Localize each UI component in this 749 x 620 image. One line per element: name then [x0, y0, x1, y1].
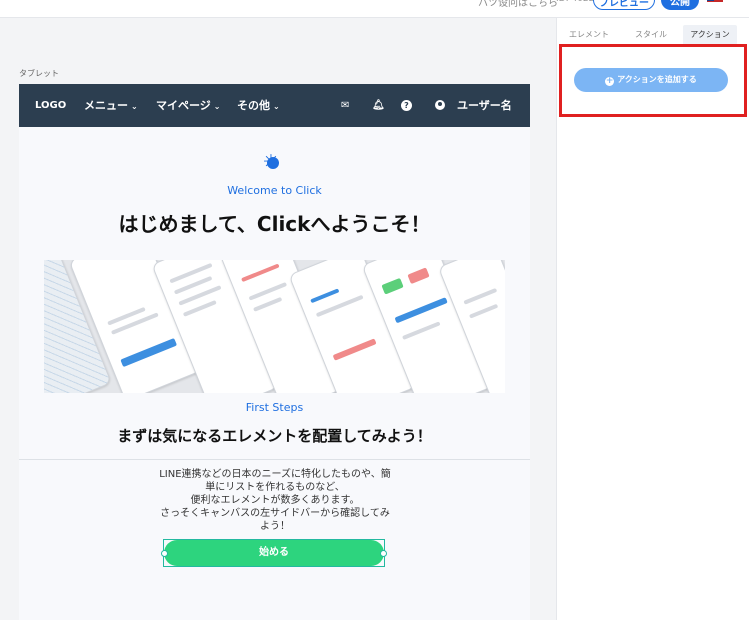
preview-button[interactable]: プレビュー	[593, 0, 655, 10]
body-line: 便利なエレメントが数多くあります。	[190, 495, 360, 506]
sun-icon	[263, 152, 279, 172]
site-logo[interactable]: LOGO	[35, 84, 66, 127]
hero-image	[44, 260, 505, 393]
publish-button[interactable]: 公開	[661, 0, 699, 10]
page-canvas[interactable]: LOGO メニュー⌄ マイページ⌄ その他⌄ ✉ 🔔︎ ? ユーザー名 Welc…	[19, 84, 530, 620]
panel-tabs: エレメント スタイル アクション	[557, 18, 749, 45]
body-line: 単にリストを作れるものなど、	[205, 482, 345, 493]
section-subheading: まずは気になるエレメントを配置してみよう！	[117, 427, 432, 445]
tab-style[interactable]: スタイル	[627, 25, 675, 45]
nav-menu[interactable]: メニュー ⌄	[84, 84, 138, 128]
page-headline: はじめまして、Clickへようこそ！	[118, 212, 431, 236]
resize-handle-right[interactable]	[380, 550, 387, 557]
user-name[interactable]: ユーザー名	[457, 84, 512, 127]
highlight-annotation-box	[559, 44, 747, 117]
nav-menu-label: メニュー	[84, 99, 128, 112]
us-flag-icon[interactable]	[707, 0, 723, 4]
help-icon[interactable]: ?	[401, 100, 412, 111]
site-navbar[interactable]: LOGO メニュー ⌄ マイページ ⌄ その他 ⌄ ✉ 🔔︎ ? ユーザー名	[19, 84, 530, 127]
welcome-text: Welcome to Click	[227, 184, 322, 197]
help-link[interactable]: ハツ设问はこちら	[478, 0, 558, 9]
body-line: よう！	[260, 521, 290, 532]
top-bar: ハツ设问はこちら ID: 40221 プレビュー 公開	[0, 0, 749, 18]
divider	[19, 459, 530, 460]
nav-other-label: その他	[237, 99, 270, 112]
chevron-down-icon: ⌄	[131, 102, 138, 111]
tab-action[interactable]: アクション	[683, 25, 737, 45]
body-paragraph: LINE連携などの日本のニーズに特化したものや、簡 単にリストを作れるものなど、…	[147, 468, 403, 533]
user-icon[interactable]	[435, 100, 445, 110]
nav-other[interactable]: その他 ⌄	[237, 84, 280, 128]
first-steps-text: First Steps	[245, 401, 304, 414]
tab-element[interactable]: エレメント	[565, 25, 613, 45]
chevron-down-icon: ⌄	[273, 102, 280, 111]
nav-mypage-label: マイページ	[156, 99, 211, 112]
body-line: さっそくキャンバスの左サイドバーから確認してみ	[160, 508, 390, 519]
selection-outline[interactable]	[161, 539, 387, 567]
device-label: タブレット	[19, 69, 59, 78]
resize-handle-left[interactable]	[161, 550, 168, 557]
nav-mypage[interactable]: マイページ ⌄	[156, 84, 220, 128]
body-line: LINE連携などの日本のニーズに特化したものや、簡	[159, 469, 391, 480]
mail-icon[interactable]: ✉	[341, 84, 349, 127]
chevron-down-icon: ⌄	[213, 102, 221, 111]
bell-icon[interactable]: 🔔︎	[372, 84, 385, 127]
